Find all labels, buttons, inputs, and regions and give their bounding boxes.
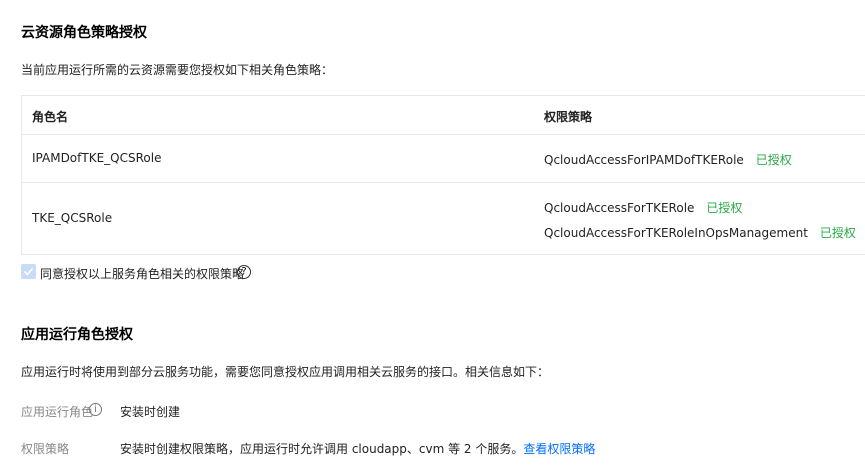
policy-description: 安装时创建权限策略，应用运行时允许调用 cloudapp、cvm 等 2 个服务… xyxy=(120,442,524,456)
field-label-runtime-role: 应用运行角色 xyxy=(21,405,94,419)
policy-name: QcloudAccessForIPAMDofTKERole xyxy=(544,153,744,167)
section-description: 应用运行时将使用到部分云服务功能，需要您同意授权应用调用相关云服务的接口。相关信… xyxy=(21,365,550,379)
role-name: IPAMDofTKE_QCSRole xyxy=(32,151,162,165)
policy-name: QcloudAccessForTKERole xyxy=(544,201,695,215)
agree-checkbox[interactable] xyxy=(21,264,36,279)
policy-name: QcloudAccessForTKERoleInOpsManagement xyxy=(544,226,808,240)
roles-table: 角色名 权限策略 IPAMDofTKE_QCSRole QcloudAccess… xyxy=(21,95,865,255)
help-icon[interactable]: ? xyxy=(237,265,251,279)
authorized-status: 已授权 xyxy=(755,153,792,167)
policy: QcloudAccessForIPAMDofTKERole 已授权 xyxy=(544,151,792,168)
table-row: IPAMDofTKE_QCSRole QcloudAccessForIPAMDo… xyxy=(22,135,865,183)
role-name: TKE_QCSRole xyxy=(32,211,113,225)
field-value-runtime-role: 安装时创建 xyxy=(120,405,181,419)
section-title-cloud-roles: 云资源角色策略授权 xyxy=(21,25,147,41)
table-header: 角色名 权限策略 xyxy=(22,96,865,135)
authorized-status: 已授权 xyxy=(819,226,856,240)
field-value-policy: 安装时创建权限策略，应用运行时允许调用 cloudapp、cvm 等 2 个服务… xyxy=(120,440,595,457)
view-policy-link[interactable]: 查看权限策略 xyxy=(523,442,595,456)
field-label-policy: 权限策略 xyxy=(21,442,70,456)
info-icon[interactable]: i xyxy=(89,403,102,416)
section-title-runtime-role: 应用运行角色授权 xyxy=(21,327,133,343)
policy: QcloudAccessForTKERole 已授权 xyxy=(544,199,742,216)
policy: QcloudAccessForTKERoleInOpsManagement 已授权 xyxy=(544,224,856,241)
authorized-status: 已授权 xyxy=(706,201,743,215)
header-policy: 权限策略 xyxy=(544,110,593,124)
check-icon xyxy=(23,267,34,276)
header-role-name: 角色名 xyxy=(32,110,69,124)
agree-label[interactable]: 同意授权以上服务角色相关的权限策略 xyxy=(40,265,244,282)
section-description: 当前应用运行所需的云资源需要您授权如下相关角色策略： xyxy=(21,63,334,77)
table-row: TKE_QCSRole QcloudAccessForTKERole 已授权 Qc… xyxy=(22,183,865,253)
